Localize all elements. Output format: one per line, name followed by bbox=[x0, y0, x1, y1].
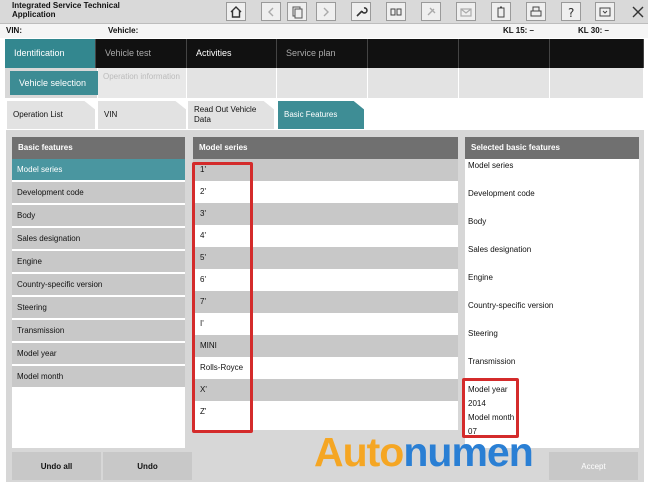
selected-transmission: Transmission bbox=[468, 357, 516, 366]
vehicle-selection-button[interactable]: Vehicle selection bbox=[10, 71, 98, 95]
svg-text:?: ? bbox=[568, 6, 574, 19]
subnav-empty-5 bbox=[550, 68, 644, 98]
tab-basic-features[interactable]: Basic Features bbox=[278, 101, 364, 129]
basic-features-header: Basic features bbox=[12, 137, 185, 159]
home-button[interactable] bbox=[226, 2, 246, 21]
nav-service-plan[interactable]: Service plan bbox=[277, 39, 368, 68]
nav-empty-1 bbox=[368, 39, 459, 68]
printer-icon bbox=[530, 6, 542, 16]
workshop-button[interactable] bbox=[351, 2, 371, 21]
nav-vehicle-test[interactable]: Vehicle test bbox=[96, 39, 187, 68]
feature-steering[interactable]: Steering bbox=[12, 297, 185, 319]
subnav-empty-2 bbox=[277, 68, 368, 98]
arrow-left-icon bbox=[268, 7, 274, 16]
subnav-vehicle-selection[interactable]: Vehicle selection bbox=[5, 68, 98, 98]
feature-model-year[interactable]: Model year bbox=[12, 343, 185, 365]
subnav-operation-information[interactable]: Operation information bbox=[98, 68, 187, 98]
undo-all-button[interactable]: Undo all bbox=[12, 452, 101, 480]
print-button[interactable] bbox=[526, 2, 546, 21]
nav-empty-2 bbox=[459, 39, 550, 68]
minimize-icon bbox=[599, 7, 611, 16]
watermark-part-1: Auto bbox=[314, 429, 404, 475]
question-icon: ? bbox=[568, 6, 574, 19]
model-series-header: Model series bbox=[193, 137, 458, 159]
nav-empty-3 bbox=[550, 39, 644, 68]
data-transfer-button[interactable] bbox=[386, 2, 406, 21]
subnav-empty-1 bbox=[187, 68, 277, 98]
help-button[interactable]: ? bbox=[561, 2, 581, 21]
basic-features-list: Model series Development code Body Sales… bbox=[12, 159, 185, 448]
selected-country-specific-version: Country-specific version bbox=[468, 301, 554, 310]
watermark-logo: Autonumen bbox=[314, 429, 534, 476]
selected-steering: Steering bbox=[468, 329, 498, 338]
selected-engine: Engine bbox=[468, 273, 493, 282]
back-button[interactable] bbox=[261, 2, 281, 21]
selected-development-code: Development code bbox=[468, 189, 535, 198]
feature-sales-designation[interactable]: Sales designation bbox=[12, 228, 185, 250]
forward-button[interactable] bbox=[316, 2, 336, 21]
connection-button[interactable] bbox=[421, 2, 441, 21]
battery-button[interactable] bbox=[491, 2, 511, 21]
subnav-empty-4 bbox=[459, 68, 550, 98]
vehicle-label: Vehicle: bbox=[108, 26, 139, 35]
close-button[interactable] bbox=[628, 2, 647, 21]
tab-read-out-vehicle-data[interactable]: Read Out Vehicle Data bbox=[188, 101, 274, 129]
tab-vin[interactable]: VIN bbox=[98, 101, 186, 129]
kl30-status: KL 30: – bbox=[578, 26, 609, 35]
kl15-status: KL 15: – bbox=[503, 26, 534, 35]
minimize-button[interactable] bbox=[595, 2, 615, 21]
model-series-highlight bbox=[192, 162, 253, 433]
selected-features-header: Selected basic features bbox=[465, 137, 639, 159]
document-list-button[interactable] bbox=[287, 2, 307, 21]
selected-model-series: Model series bbox=[468, 161, 514, 170]
feature-transmission[interactable]: Transmission bbox=[12, 320, 185, 342]
selected-body: Body bbox=[468, 217, 487, 226]
nav-identification[interactable]: Identification bbox=[5, 39, 96, 68]
app-title: Integrated Service Technical Application bbox=[12, 1, 120, 19]
documents-icon bbox=[292, 6, 303, 18]
undo-button[interactable]: Undo bbox=[103, 452, 192, 480]
message-button[interactable] bbox=[456, 2, 476, 21]
accept-button[interactable]: Accept bbox=[549, 452, 638, 480]
feature-engine[interactable]: Engine bbox=[12, 251, 185, 273]
tab-operation-list[interactable]: Operation List bbox=[7, 101, 95, 129]
title-bar: Integrated Service Technical Application… bbox=[0, 0, 648, 24]
envelope-icon bbox=[460, 7, 472, 17]
subnav-empty-3 bbox=[368, 68, 459, 98]
vehicle-info-bar: VIN: Vehicle: KL 15: – KL 30: – bbox=[0, 24, 648, 38]
feature-body[interactable]: Body bbox=[12, 205, 185, 227]
nav-activities[interactable]: Activities bbox=[187, 39, 277, 68]
vin-label: VIN: bbox=[6, 26, 22, 35]
feature-country-specific-version[interactable]: Country-specific version bbox=[12, 274, 185, 296]
data-transfer-icon bbox=[390, 8, 402, 15]
battery-icon bbox=[497, 6, 505, 17]
wrench-icon bbox=[356, 6, 368, 17]
plug-icon bbox=[427, 7, 436, 15]
close-icon bbox=[632, 6, 643, 17]
watermark-part-2: numen bbox=[403, 429, 533, 475]
feature-model-month[interactable]: Model month bbox=[12, 366, 185, 388]
arrow-right-icon bbox=[323, 7, 329, 16]
feature-development-code[interactable]: Development code bbox=[12, 182, 185, 204]
home-icon bbox=[230, 5, 242, 18]
feature-model-series[interactable]: Model series bbox=[12, 159, 185, 181]
selected-sales-designation: Sales designation bbox=[468, 245, 532, 254]
